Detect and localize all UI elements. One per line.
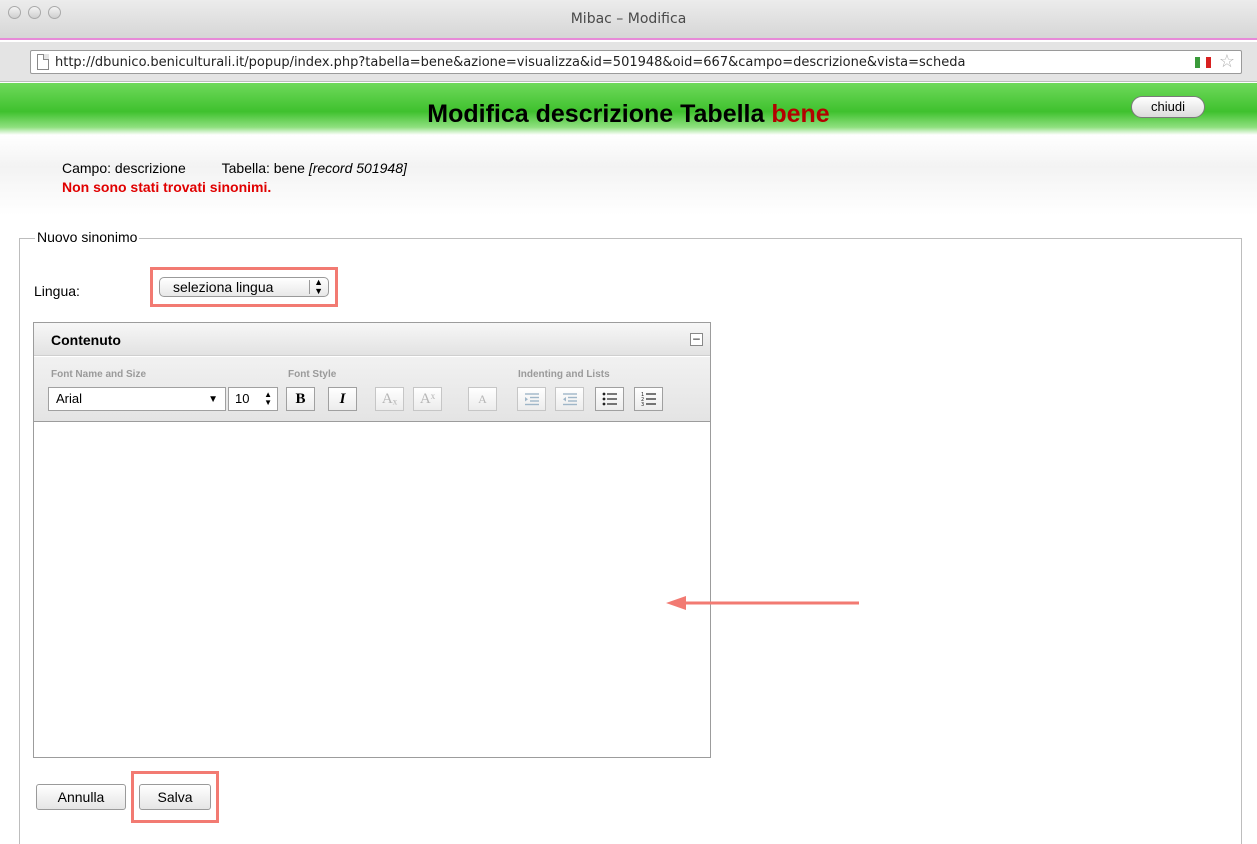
page-title: Modifica descrizione Tabella bene (0, 100, 1257, 129)
group-label-font: Font Name and Size (51, 369, 147, 380)
italic-button[interactable]: I (328, 387, 357, 411)
page-header: Modifica descrizione Tabella bene (0, 83, 1257, 135)
font-name-value: Arial (56, 391, 83, 406)
font-scale-icon: A (478, 392, 487, 406)
superscript-button[interactable]: Aˣ (413, 387, 442, 411)
group-label-indent: Indenting and Lists (518, 369, 610, 380)
editor-header: Contenuto – (34, 323, 710, 356)
dropdown-arrow-icon: ▼ (208, 394, 218, 405)
editor-title: Contenuto (51, 332, 121, 348)
cancel-button[interactable]: Annulla (36, 784, 126, 810)
indent-icon (524, 393, 539, 406)
flag-icon (1195, 57, 1211, 68)
record-id: [record 501948] (308, 160, 407, 176)
field-name: Campo: descrizione (62, 160, 186, 176)
font-size-value: 10 (235, 391, 250, 406)
language-select-value: seleziona lingua (173, 279, 274, 295)
outdent-icon (562, 393, 577, 406)
fieldset-legend: Nuovo sinonimo (35, 229, 140, 245)
subscript-button[interactable]: Aₓ (375, 387, 404, 411)
table-name: Tabella: bene (221, 160, 305, 176)
outdent-button[interactable] (555, 387, 584, 411)
content-editor: Contenuto – Font Name and Size Font Styl… (33, 322, 711, 758)
error-message: Non sono stati trovati sinonimi. (62, 179, 272, 195)
numbered-list-icon: 1 2 3 (641, 392, 656, 408)
svg-text:3: 3 (641, 402, 644, 406)
bullet-list-button[interactable] (595, 387, 624, 411)
select-arrows-icon: ▲ ▼ (314, 277, 323, 296)
bookmark-star-icon[interactable]: ☆ (1219, 52, 1235, 70)
url-field[interactable]: http://dbunico.beniculturali.it/popup/in… (30, 50, 1242, 74)
font-size-stepper[interactable]: 10 ▲ ▼ (228, 387, 278, 411)
bullet-list-icon (602, 392, 617, 406)
address-bar: http://dbunico.beniculturali.it/popup/in… (0, 42, 1257, 82)
close-button[interactable]: chiudi (1131, 96, 1205, 118)
group-label-style: Font Style (288, 369, 337, 380)
font-scale-button[interactable]: A (468, 387, 497, 411)
language-select[interactable]: seleziona lingua ▲ ▼ (159, 277, 329, 297)
stepper-arrows-icon: ▲ ▼ (264, 390, 272, 407)
annotation-arrow-icon (666, 596, 859, 610)
numbered-list-button[interactable]: 1 2 3 (634, 387, 663, 411)
editor-content-area[interactable] (34, 423, 710, 757)
page-icon (37, 54, 49, 70)
window-title: Mibac – Modifica (570, 11, 687, 27)
page-title-prefix: Modifica descrizione Tabella (427, 100, 765, 128)
save-button[interactable]: Salva (139, 784, 211, 810)
page-title-table: bene (771, 100, 830, 128)
window-titlebar: Mibac – Modifica (0, 0, 1257, 40)
language-label: Lingua: (34, 283, 80, 299)
record-info: Campo: descrizione Tabella: bene [record… (62, 160, 407, 176)
bold-button[interactable]: B (286, 387, 315, 411)
collapse-icon[interactable]: – (690, 332, 703, 346)
editor-toolbar: Font Name and Size Font Style Indenting … (34, 357, 710, 422)
url-text[interactable]: http://dbunico.beniculturali.it/popup/in… (55, 55, 965, 70)
indent-button[interactable] (517, 387, 546, 411)
font-name-select[interactable]: Arial ▼ (48, 387, 226, 411)
